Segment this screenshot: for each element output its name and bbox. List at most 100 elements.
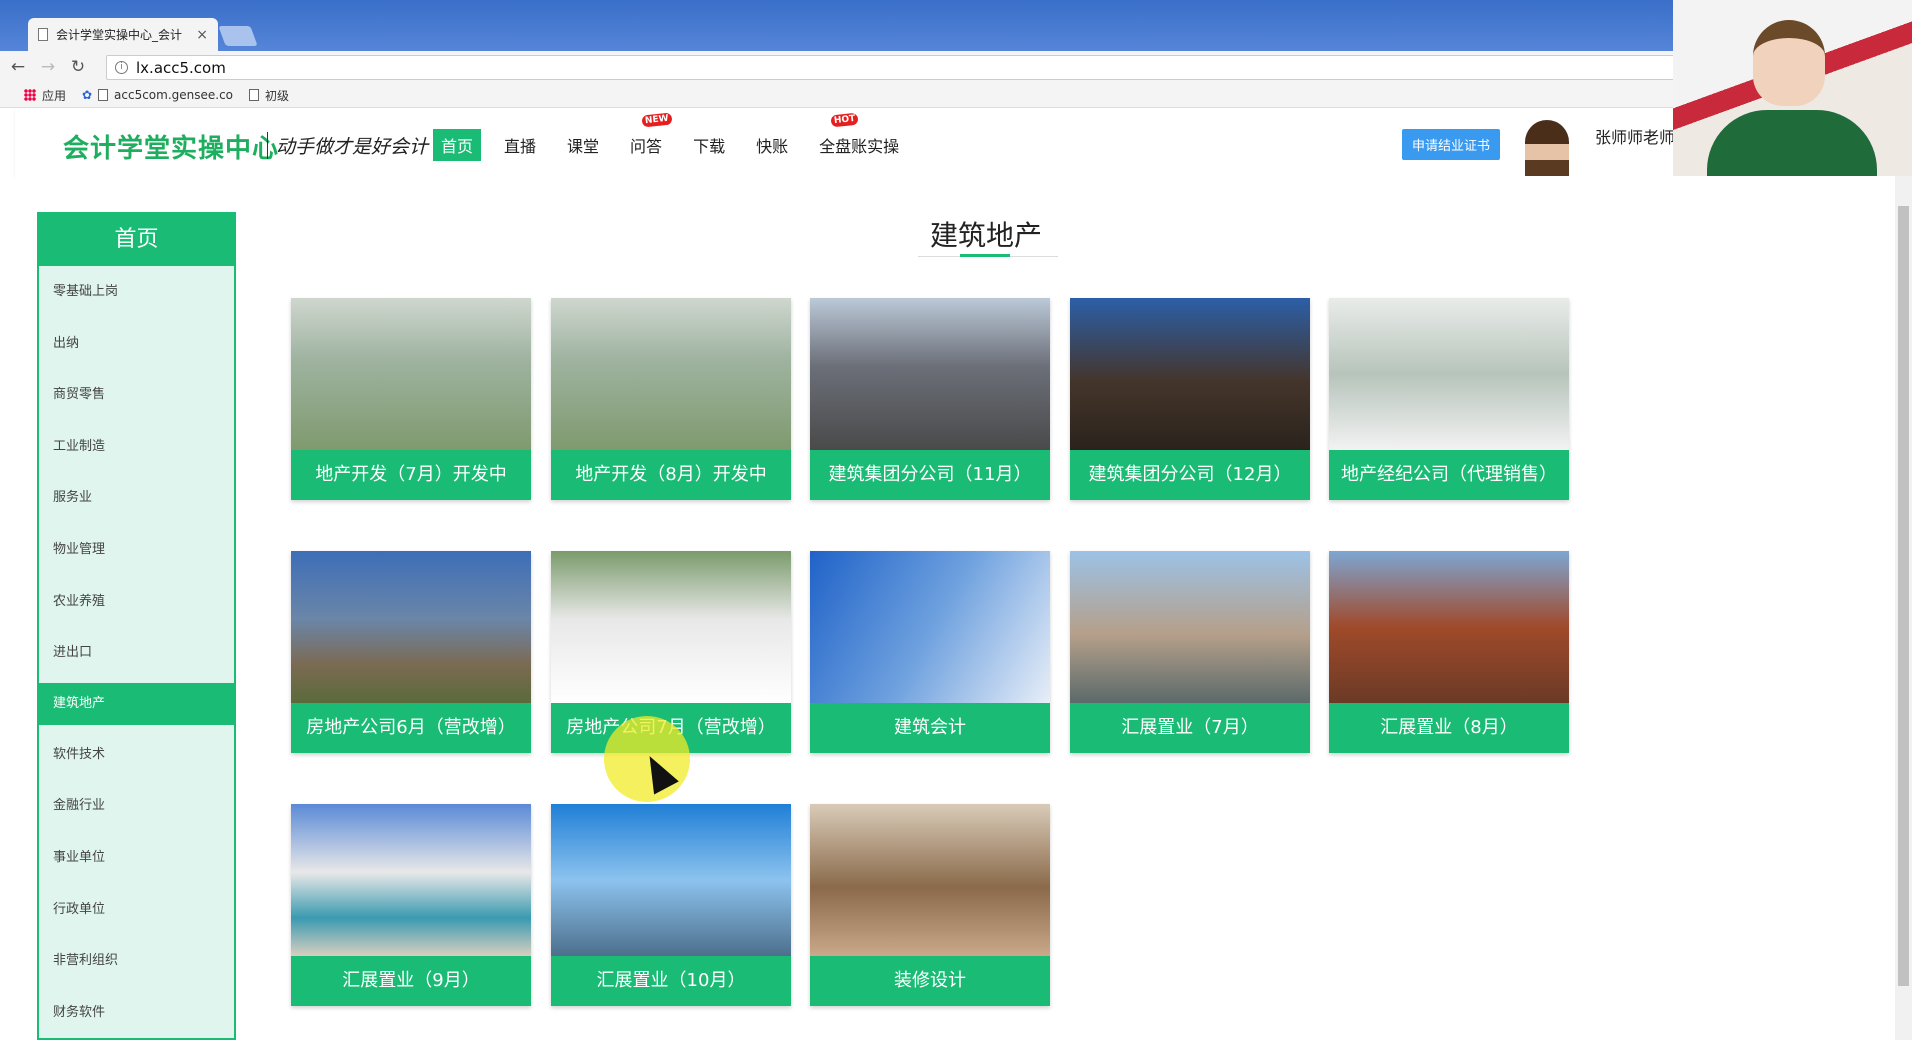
sidebar-item[interactable]: 建筑地产 [39,682,234,725]
course-card-image[interactable] [1329,551,1569,703]
nav-home[interactable]: 首页 [433,129,482,161]
site-logo[interactable]: 会计学堂实操中心 [63,128,279,165]
course-card-image[interactable] [1329,298,1569,450]
course-card-label[interactable]: 建筑集团分公司（12月） [1070,450,1310,500]
paw-icon: ✿ [82,88,93,102]
site-header: 会计学堂实操中心 动手做才是好会计 首页 直播 课堂 NEW 问答 下载 快账 … [15,108,1912,200]
course-card[interactable]: 装修设计 [810,804,1050,1006]
url-text: lx.acc5.com [136,58,226,77]
apply-certificate-button[interactable]: 申请结业证书 [1402,129,1501,160]
hot-badge: HOT [830,112,859,128]
document-icon [249,89,260,101]
course-card-image[interactable] [810,551,1050,703]
info-icon[interactable]: i [115,61,128,74]
apps-icon [24,89,36,101]
sidebar-item[interactable]: 软件技术 [39,729,234,781]
course-card-image[interactable] [810,298,1050,450]
nav-qa[interactable]: NEW 问答 [622,112,673,161]
page-title: 建筑地产 [929,219,1042,252]
page-icon [38,28,48,41]
course-card[interactable]: 建筑集团分公司（12月） [1070,298,1310,500]
course-card[interactable]: 地产开发（8月）开发中 [551,298,791,500]
document-icon [98,89,109,101]
sidebar-item[interactable]: 服务业 [39,472,234,524]
nav-download[interactable]: 下载 [685,129,733,161]
course-card[interactable]: 汇展置业（10月） [551,804,791,1006]
sidebar-item[interactable]: 工业制造 [39,421,234,473]
course-card[interactable]: 汇展置业（9月） [291,804,531,1006]
reload-icon[interactable]: ↻ [66,57,90,77]
course-card[interactable]: 汇展置业（7月） [1070,551,1310,753]
sidebar-item[interactable]: 农业养殖 [39,576,234,628]
course-card-label[interactable]: 地产开发（8月）开发中 [551,450,791,500]
course-card-image[interactable] [291,551,531,703]
sidebar-list: 零基础上岗 出纳 商贸零售 工业制造 服务业 物业管理 农业养殖 进出口 建筑地产 软件技术 金融行… [39,266,234,1038]
new-tab-button[interactable] [218,26,258,46]
nav-label: 下载 [693,137,726,156]
nav-classroom[interactable]: 课堂 [559,129,607,161]
browser-tab[interactable]: 会计学堂实操中心_会计 × [28,18,218,51]
course-card-label[interactable]: 汇展置业（10月） [551,956,791,1006]
course-card-label[interactable]: 地产开发（7月）开发中 [291,450,531,500]
bookmark-label: acc5com.gensee.co [114,88,234,102]
new-badge: NEW [641,112,673,128]
sidebar-item[interactable]: 出纳 [39,318,234,370]
title-accent-bar [960,254,1010,257]
course-card[interactable]: 建筑会计 [810,551,1050,753]
course-card-image[interactable] [551,298,791,450]
course-card-image[interactable] [551,551,791,703]
sidebar-item[interactable]: 非营利组织 [39,935,234,987]
sidebar-item[interactable]: 进出口 [39,627,234,679]
sidebar-item[interactable]: 行政单位 [39,884,234,936]
course-card-label[interactable]: 建筑集团分公司（11月） [810,450,1050,500]
page-scrollbar[interactable] [1895,176,1912,1040]
sidebar-item[interactable]: 零基础上岗 [39,266,234,318]
address-bar[interactable]: i lx.acc5.com [106,55,1806,80]
bookmark-gensee[interactable]: ✿ acc5com.gensee.co [82,88,233,102]
sidebar-item[interactable]: 商贸零售 [39,369,234,421]
site-slogan: 动手做才是好会计 [267,132,428,159]
bookmarks-bar: 应用 ✿ acc5com.gensee.co 初级 [0,83,1912,108]
course-card[interactable]: 建筑集团分公司（11月） [810,298,1050,500]
forward-icon[interactable]: → [36,57,60,77]
sidebar-item[interactable]: 金融行业 [39,780,234,832]
browser-toolbar: ← → ↻ i lx.acc5.com [0,51,1912,83]
back-icon[interactable]: ← [6,57,30,77]
browser-titlebar: 会计学堂实操中心_会计 × [0,0,1912,51]
username[interactable]: 张师师老师 [1595,124,1675,148]
bookmark-apps[interactable]: 应用 [24,87,66,104]
course-card-label[interactable]: 汇展置业（9月） [291,956,531,1006]
course-card-label[interactable]: 汇展置业（8月） [1329,703,1569,753]
tab-close-icon[interactable]: × [196,27,208,43]
course-card-image[interactable] [810,804,1050,956]
course-card-image[interactable] [1070,298,1310,450]
nav-full-practice[interactable]: HOT 全盘账实操 [811,112,907,161]
course-card[interactable]: 地产开发（7月）开发中 [291,298,531,500]
course-card[interactable]: 房地产公司6月（营改增） [291,551,531,753]
nav-quick-account[interactable]: 快账 [748,129,796,161]
nav-live[interactable]: 直播 [496,129,544,161]
course-card-image[interactable] [291,298,531,450]
bookmark-chuji[interactable]: 初级 [249,87,289,104]
course-card-label[interactable]: 建筑会计 [810,703,1050,753]
nav-label: 快账 [756,137,789,156]
tab-title: 会计学堂实操中心_会计 [56,28,183,42]
course-card[interactable]: 地产经纪公司（代理销售） [1329,298,1569,500]
course-card[interactable]: 汇展置业（8月） [1329,551,1569,753]
course-card-label[interactable]: 地产经纪公司（代理销售） [1329,450,1569,500]
course-card-image[interactable] [1070,551,1310,703]
course-card-label[interactable]: 房地产公司6月（营改增） [291,703,531,753]
course-card-image[interactable] [291,804,531,956]
sidebar-item[interactable]: 事业单位 [39,832,234,884]
webcam-person-head [1753,20,1825,106]
sidebar: 首页 零基础上岗 出纳 商贸零售 工业制造 服务业 物业管理 农业养殖 进出口 建筑地产 软件技术… [37,212,236,1040]
nav-label: 直播 [504,137,537,156]
sidebar-item[interactable]: 财务软件 [39,987,234,1039]
scrollbar-thumb[interactable] [1898,206,1909,986]
nav-label: 问答 [630,137,663,156]
sidebar-item[interactable]: 物业管理 [39,524,234,576]
course-card-label[interactable]: 装修设计 [810,956,1050,1006]
course-card-label[interactable]: 汇展置业（7月） [1070,703,1310,753]
course-card-image[interactable] [551,804,791,956]
nav-label: 全盘账实操 [819,137,900,156]
